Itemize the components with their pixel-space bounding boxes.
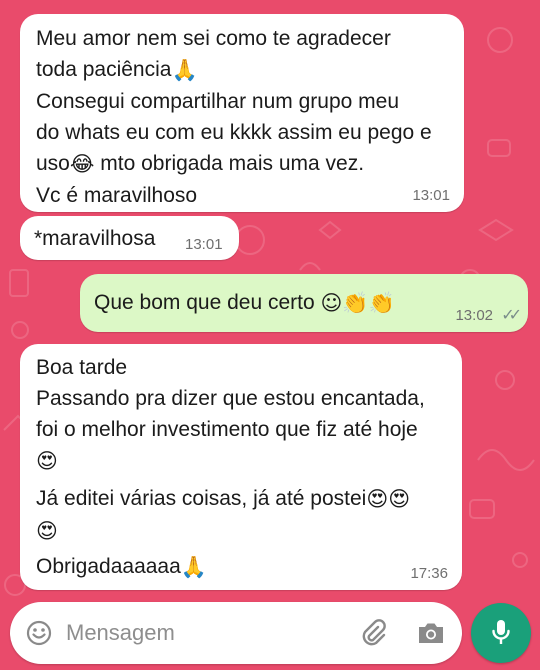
camera-icon[interactable] bbox=[416, 620, 446, 646]
microphone-button[interactable] bbox=[471, 603, 531, 663]
folded-hands-emoji-icon: 🙏 bbox=[171, 57, 198, 82]
message-timestamp-outgoing: 13:02 ✓✓ bbox=[455, 307, 522, 325]
heart-eyes-emoji-icon: 😍 bbox=[366, 486, 389, 511]
smiling-blush-emoji-icon: ☺ bbox=[320, 290, 343, 315]
clapping-hands-emoji-icon: 👏 bbox=[342, 290, 369, 315]
message-text-line: mto obrigada mais uma vez. bbox=[100, 151, 365, 175]
message-text-line: Meu amor nem sei como te agradecer bbox=[36, 27, 391, 50]
heart-eyes-emoji-icon: 😍 bbox=[36, 518, 58, 543]
heart-eyes-emoji-icon: 😍 bbox=[388, 486, 411, 511]
message-composer[interactable]: Mensagem bbox=[10, 602, 462, 664]
message-bubble-outgoing[interactable]: Que bom que deu certo ☺👏👏 13:02 ✓✓ bbox=[80, 274, 528, 332]
message-text-line: foi o melhor investimento que fiz até ho… bbox=[36, 418, 418, 441]
message-timestamp: 13:01 bbox=[412, 187, 450, 204]
smiley-icon[interactable] bbox=[26, 620, 52, 646]
tears-of-joy-emoji-icon: 😂 bbox=[69, 151, 95, 176]
message-text-line: *maravilhosa bbox=[34, 227, 156, 250]
message-text-line: Já editei várias coisas, já até postei bbox=[36, 487, 367, 510]
double-check-icon: ✓✓ bbox=[501, 307, 522, 324]
message-input[interactable]: Mensagem bbox=[66, 620, 175, 646]
message-text-line: Obrigadaaaaaa bbox=[36, 554, 181, 578]
message-text-line: uso bbox=[36, 151, 70, 175]
message-text-line: Passando pra dizer que estou encantada, bbox=[36, 387, 425, 410]
message-bubble-incoming[interactable]: *maravilhosa 13:01 bbox=[20, 216, 239, 260]
message-time: 13:02 bbox=[455, 307, 494, 324]
message-bubble-incoming[interactable]: Meu amor nem sei como te agradecer toda … bbox=[20, 14, 464, 212]
message-text-line: Boa tarde bbox=[36, 356, 128, 379]
clapping-hands-emoji-icon: 👏 bbox=[368, 290, 395, 315]
paperclip-icon[interactable] bbox=[358, 618, 388, 648]
message-text-line: do whats eu com eu kkkk assim eu pego e bbox=[36, 120, 432, 144]
folded-hands-emoji-icon: 🙏 bbox=[180, 554, 207, 579]
message-text-line: Vc é maravilhoso bbox=[36, 183, 198, 207]
message-timestamp: 13:01 bbox=[185, 236, 223, 253]
microphone-icon bbox=[490, 618, 512, 648]
heart-eyes-emoji-icon: 😍 bbox=[36, 448, 58, 473]
message-timestamp: 17:36 bbox=[410, 565, 448, 582]
message-text-line: toda paciência bbox=[36, 58, 172, 81]
message-text-line: Consegui compartilhar num grupo meu bbox=[36, 89, 400, 113]
message-bubble-incoming[interactable]: Boa tarde Passando pra dizer que estou e… bbox=[20, 344, 462, 590]
message-text-line: Que bom que deu certo bbox=[94, 291, 315, 314]
